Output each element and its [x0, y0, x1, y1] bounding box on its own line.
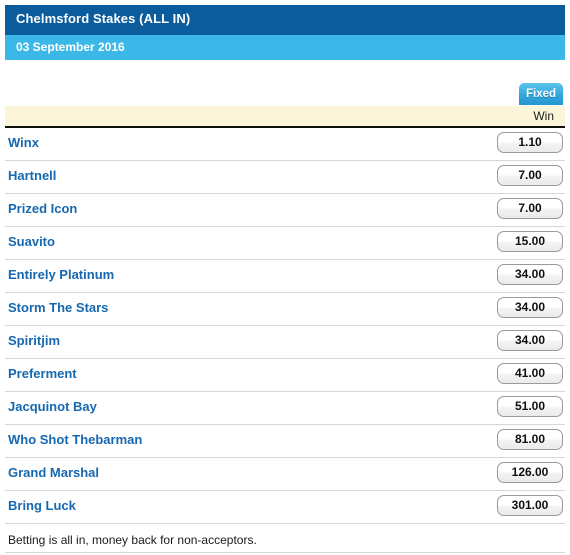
runner-name-link[interactable]: Winx [8, 135, 39, 150]
win-odds-value: 81.00 [514, 432, 546, 446]
column-header-win: Win [533, 109, 554, 123]
win-odds-value: 301.00 [511, 498, 549, 512]
win-odds-button[interactable]: 7.00 [497, 198, 563, 219]
win-odds-value: 126.00 [511, 465, 549, 479]
table-row: Suavito 15.00 [5, 227, 565, 260]
table-row: Grand Marshal 126.00 [5, 458, 565, 491]
win-odds-button[interactable]: 7.00 [497, 165, 563, 186]
runner-name-link[interactable]: Preferment [8, 366, 77, 381]
win-odds-value: 7.00 [518, 201, 542, 215]
win-odds-button[interactable]: 34.00 [497, 264, 563, 285]
win-odds-value: 34.00 [514, 267, 546, 281]
race-title: Chelmsford Stakes (ALL IN) [16, 11, 191, 26]
win-odds-button[interactable]: 81.00 [497, 429, 563, 450]
win-odds-value: 41.00 [514, 366, 546, 380]
table-row: Jacquinot Bay 51.00 [5, 392, 565, 425]
runner-name-link[interactable]: Storm The Stars [8, 300, 108, 315]
table-row: Who Shot Thebarman 81.00 [5, 425, 565, 458]
table-row: Spiritjim 34.00 [5, 326, 565, 359]
table-row: Hartnell 7.00 [5, 161, 565, 194]
runner-name-link[interactable]: Entirely Platinum [8, 267, 114, 282]
win-odds-value: 15.00 [514, 234, 546, 248]
runner-name-link[interactable]: Jacquinot Bay [8, 399, 97, 414]
table-row: Preferment 41.00 [5, 359, 565, 392]
runner-name-link[interactable]: Spiritjim [8, 333, 60, 348]
footer-note-text: Betting is all in, money back for non-ac… [8, 533, 257, 547]
table-row: Entirely Platinum 34.00 [5, 260, 565, 293]
runner-name-link[interactable]: Bring Luck [8, 498, 76, 513]
runner-list: Winx 1.10 Hartnell 7.00 Prized Icon 7.00 Suavi… [5, 128, 565, 524]
runner-name-link[interactable]: Prized Icon [8, 201, 77, 216]
win-odds-value: 34.00 [514, 300, 546, 314]
column-header-row: Win [5, 106, 565, 128]
tab-fixed-label: Fixed [525, 88, 557, 100]
runner-name-link[interactable]: Suavito [8, 234, 55, 249]
race-subheader-bar: 03 September 2016 [5, 35, 565, 60]
runner-name-link[interactable]: Hartnell [8, 168, 56, 183]
table-row: Prized Icon 7.00 [5, 194, 565, 227]
win-odds-value: 7.00 [518, 168, 542, 182]
runner-name-link[interactable]: Who Shot Thebarman [8, 432, 142, 447]
table-row: Winx 1.10 [5, 128, 565, 161]
win-odds-button[interactable]: 126.00 [497, 462, 563, 483]
race-header-bar: Chelmsford Stakes (ALL IN) [5, 5, 565, 35]
win-odds-button[interactable]: 301.00 [497, 495, 563, 516]
race-date: 03 September 2016 [16, 40, 125, 54]
tab-fixed[interactable]: Fixed [519, 83, 563, 105]
table-row: Storm The Stars 34.00 [5, 293, 565, 326]
race-odds-page: Chelmsford Stakes (ALL IN) 03 September … [0, 0, 570, 555]
win-odds-value: 1.10 [518, 135, 542, 149]
footer-note: Betting is all in, money back for non-ac… [5, 531, 565, 553]
win-odds-button[interactable]: 1.10 [497, 132, 563, 153]
win-odds-value: 51.00 [514, 399, 546, 413]
win-odds-button[interactable]: 34.00 [497, 297, 563, 318]
win-odds-button[interactable]: 51.00 [497, 396, 563, 417]
win-odds-button[interactable]: 41.00 [497, 363, 563, 384]
table-row: Bring Luck 301.00 [5, 491, 565, 524]
win-odds-button[interactable]: 15.00 [497, 231, 563, 252]
win-odds-button[interactable]: 34.00 [497, 330, 563, 351]
tab-strip: Fixed [5, 60, 565, 106]
win-odds-value: 34.00 [514, 333, 546, 347]
runner-name-link[interactable]: Grand Marshal [8, 465, 99, 480]
